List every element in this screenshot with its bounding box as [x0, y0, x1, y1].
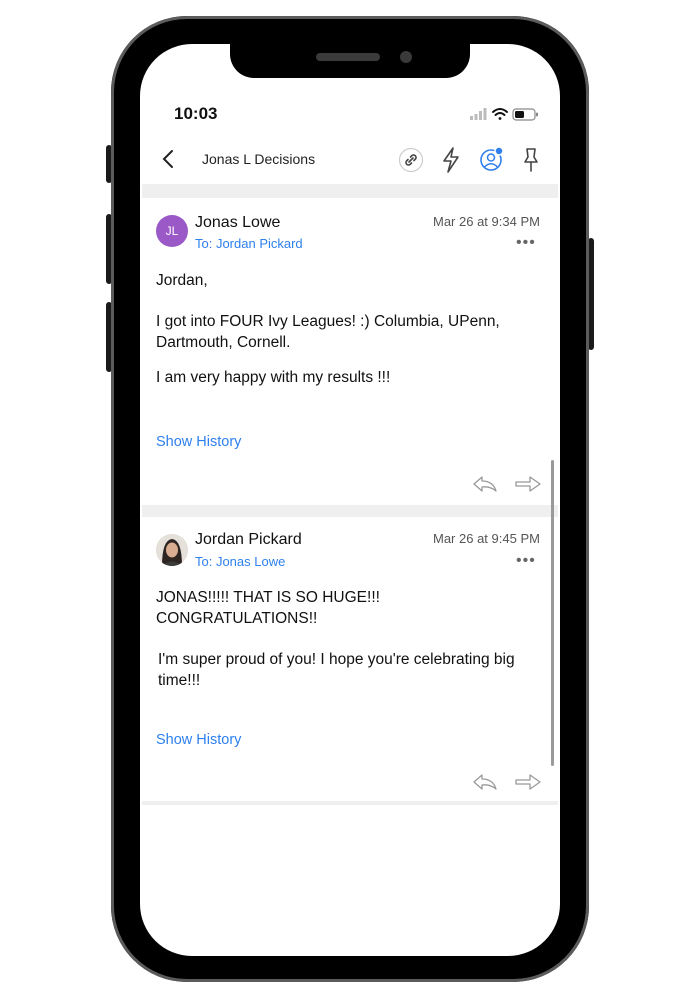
- reply-button[interactable]: [472, 772, 498, 797]
- pin-button[interactable]: [520, 146, 542, 179]
- forward-icon: [515, 476, 541, 492]
- more-options-button[interactable]: •••: [516, 234, 536, 252]
- message-paragraph: I'm super proud of you! I hope you're ce…: [158, 651, 515, 689]
- message-date: Mar 26 at 9:45 PM: [433, 531, 540, 546]
- contact-button[interactable]: [478, 145, 506, 178]
- lightning-icon: [443, 147, 459, 173]
- chevron-left-icon: [162, 150, 173, 168]
- recipient[interactable]: To: Jonas Lowe: [195, 554, 285, 569]
- speaker: [316, 53, 380, 61]
- more-options-button[interactable]: •••: [516, 552, 536, 570]
- scrollbar[interactable]: [551, 460, 554, 766]
- forward-button[interactable]: [514, 772, 542, 797]
- link-icon: [398, 147, 424, 173]
- sender-name: Jordan Pickard: [195, 531, 302, 548]
- person-photo-icon: [156, 534, 188, 566]
- avatar-jordan: [156, 534, 188, 566]
- message-greeting: Jordan,: [156, 272, 208, 289]
- recipient[interactable]: To: Jordan Pickard: [195, 236, 303, 251]
- reply-icon: [473, 774, 497, 790]
- sender-name: Jonas Lowe: [195, 214, 281, 231]
- message-card-1: JL Jonas Lowe To: Jordan Pickard Mar 26 …: [146, 198, 550, 505]
- forward-icon: [515, 774, 541, 790]
- header-divider: [142, 184, 558, 198]
- status-time: 10:03: [174, 104, 218, 123]
- contact-icon: [480, 146, 504, 171]
- message-greeting: JONAS!!!!! THAT IS SO HUGE!!! CONGRATULA…: [156, 589, 380, 627]
- reply-icon: [473, 476, 497, 492]
- avatar-jonas: JL: [156, 215, 188, 247]
- battery-icon: [512, 108, 538, 121]
- front-camera: [400, 51, 412, 63]
- status-icons: [470, 106, 542, 127]
- bottom-divider: [142, 801, 558, 805]
- show-history-link[interactable]: Show History: [156, 732, 241, 748]
- message-divider: [142, 505, 558, 517]
- message-card-2: Jordan Pickard To: Jonas Lowe Mar 26 at …: [146, 517, 550, 801]
- show-history-link[interactable]: Show History: [156, 434, 241, 450]
- conversation-title: Jonas L Decisions: [202, 151, 316, 167]
- back-button[interactable]: [160, 148, 178, 175]
- pin-icon: [524, 148, 538, 172]
- signal-icon: [470, 108, 487, 120]
- message-paragraph: I am very happy with my results !!!: [156, 369, 391, 386]
- forward-button[interactable]: [514, 474, 542, 499]
- reply-button[interactable]: [472, 474, 498, 499]
- link-button[interactable]: [398, 147, 424, 178]
- wifi-icon: [492, 108, 508, 120]
- message-paragraph: I got into FOUR Ivy Leagues! :) Columbia…: [156, 313, 500, 351]
- message-date: Mar 26 at 9:34 PM: [433, 214, 540, 229]
- quick-actions-button[interactable]: [440, 146, 462, 179]
